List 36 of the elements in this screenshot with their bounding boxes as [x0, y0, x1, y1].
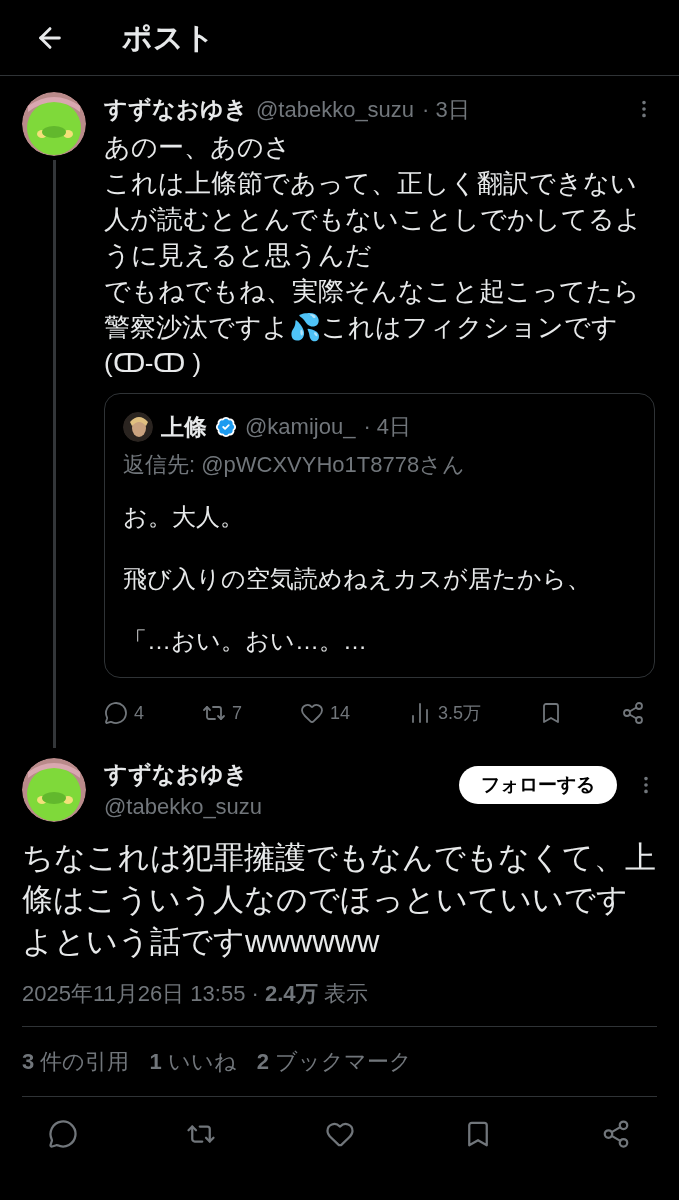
reply-icon — [48, 1119, 78, 1149]
engagement-stat: 1 いいね — [149, 1048, 237, 1076]
quoted-post[interactable]: 上條 @kamijou_ · 4日 返信先: @pWCXVYHo1T8778さん お。大人。 飛び入りの空気読めねえカスが居たから、 「…おい。おい…。… — [104, 392, 655, 678]
author-handle[interactable]: @tabekko_suzu — [104, 790, 263, 823]
author-name[interactable]: すずなおゆき — [104, 758, 263, 790]
heart-button[interactable]: 14 — [299, 699, 350, 727]
repost-button[interactable]: 7 — [202, 699, 242, 727]
share-button[interactable] — [601, 1119, 631, 1149]
author-handle: @kamijou_ — [245, 413, 356, 442]
post-text: これは上條節であって、正しく翻訳できない人が読むととんでもないことしでかしてるように見えると思うんだ — [104, 166, 643, 272]
follow-button[interactable]: フォローする — [459, 766, 617, 804]
reply-to-text: 返信先: @pWCXVYHo1T8778さん — [123, 451, 467, 479]
reply-button[interactable]: 4 — [104, 699, 144, 727]
page-title: ポスト — [122, 20, 215, 56]
engagement-stat: 3 件の引用 — [22, 1048, 130, 1076]
reply-icon — [104, 701, 128, 725]
post-time: · 4日 — [363, 413, 412, 442]
author-name: 上條 — [161, 412, 207, 442]
post-timestamp: 2025年11月26日 13:55 · 2.4万 表示 — [22, 981, 368, 1006]
post-text: でもねでもね、実際そんなこと起こってたら警察沙汰ですよ💦これはフィクションです — [104, 274, 641, 344]
post-text: 「…おい。おい…。… — [123, 626, 368, 656]
reply-button[interactable] — [48, 1119, 78, 1149]
post-time: · 3日 — [422, 95, 470, 124]
post-text: 飛び入りの空気読めねえカスが居たから、 — [123, 564, 592, 594]
post-text: ちなこれは犯罪擁護でもなんでもなくて、上條はこういう人なのでほっといていいですよという話ですwwwwww — [22, 839, 657, 961]
heart-icon — [299, 701, 324, 725]
post-text: お。大人。 — [123, 502, 245, 532]
author-handle[interactable]: @tabekko_suzu — [256, 92, 415, 126]
bar-chart-button[interactable]: 3.5万 — [407, 699, 481, 727]
post-text: あのー、あのさ — [104, 130, 292, 164]
post-text: (ↀ-ↀ ) — [104, 346, 203, 380]
author-name[interactable]: すずなおゆき — [104, 92, 248, 127]
share-icon — [620, 701, 645, 725]
engagement-stat: 2 ブックマーク — [256, 1048, 413, 1076]
share-icon — [601, 1119, 631, 1149]
share-button[interactable] — [620, 701, 645, 725]
